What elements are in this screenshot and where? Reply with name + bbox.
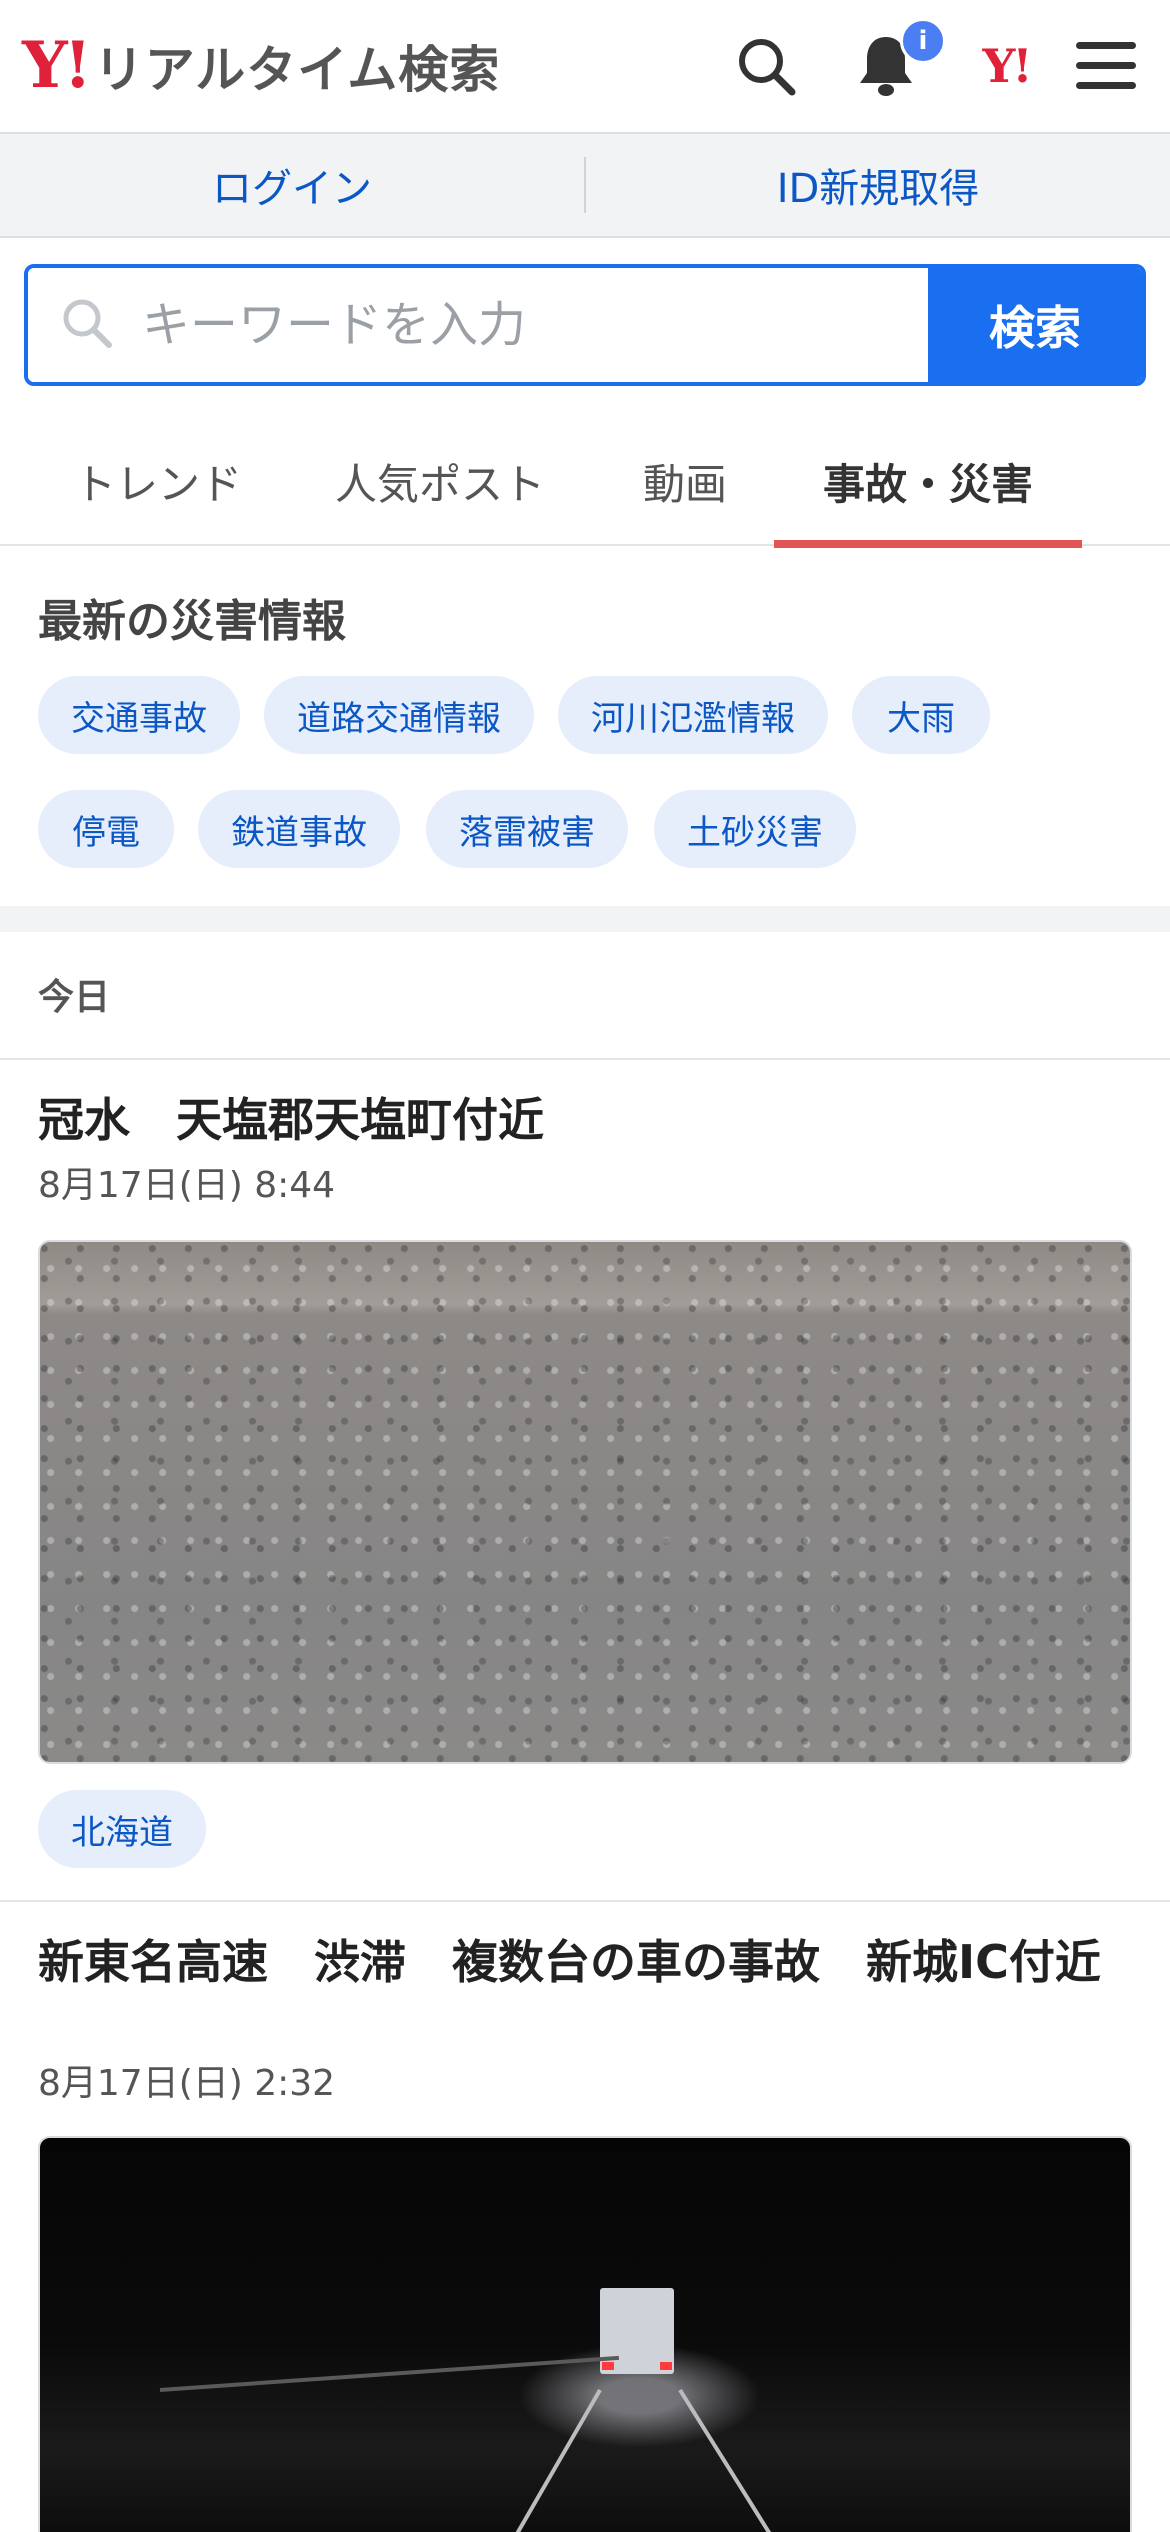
login-bar: ログイン ID新規取得 <box>0 132 1170 238</box>
chip-river-flood[interactable]: 河川氾濫情報 <box>558 676 828 754</box>
article-title[interactable]: 新東名高速 渋滞 複数台の車の事故 新城IC付近 <box>38 1934 1138 1990</box>
search-icon[interactable] <box>728 28 804 104</box>
chip-traffic-accident[interactable]: 交通事故 <box>38 676 240 754</box>
register-id-link[interactable]: ID新規取得 <box>586 156 1170 214</box>
article-date: 8月17日(日) 8:44 <box>38 1165 336 1206</box>
road-line <box>498 2389 602 2532</box>
road-line <box>678 2388 793 2532</box>
search-button[interactable]: 検索 <box>928 268 1142 382</box>
yahoo-logo-mark: Y! <box>22 28 92 103</box>
app-header: Y! リアルタイム検索 i Y! <box>0 0 1170 132</box>
date-header: 今日 <box>38 977 111 1018</box>
chip-road-traffic[interactable]: 道路交通情報 <box>264 676 534 754</box>
logo-text: リアルタイム検索 <box>93 41 501 99</box>
tab-accident-disaster[interactable]: 事故・災害 <box>774 416 1082 548</box>
yahoo-japan-icon[interactable]: Y! <box>968 28 1044 104</box>
category-tabs: トレンド 人気ポスト 動画 事故・災害 <box>0 416 1170 548</box>
magnifier-icon <box>60 296 114 354</box>
tab-trend[interactable]: トレンド <box>48 416 268 546</box>
truck-shape <box>600 2288 674 2374</box>
realtime-search-logo[interactable]: Y! リアルタイム検索 <box>22 30 500 102</box>
article-title[interactable]: 冠水 天塩郡天塩町付近 <box>38 1092 1138 1148</box>
divider <box>0 1058 1170 1060</box>
disaster-info-title: 最新の災害情報 <box>38 596 346 647</box>
yahoo-japan-mark: Y! <box>982 39 1032 93</box>
notification-badge: i <box>900 18 946 64</box>
chip-lightning-damage[interactable]: 落雷被害 <box>426 790 628 868</box>
location-chip[interactable]: 北海道 <box>38 1790 206 1868</box>
search-field <box>28 268 928 382</box>
hamburger-menu-icon[interactable] <box>1068 28 1144 104</box>
divider <box>0 1900 1170 1902</box>
article-image-highway-night[interactable] <box>38 2136 1132 2532</box>
chip-power-outage[interactable]: 停電 <box>38 790 174 868</box>
tab-video[interactable]: 動画 <box>610 416 760 546</box>
section-gap <box>0 906 1170 932</box>
login-link[interactable]: ログイン <box>0 156 584 214</box>
article-image-flooded-road[interactable] <box>38 1240 1132 1764</box>
search-input[interactable] <box>142 297 842 353</box>
search-box: 検索 <box>24 264 1146 386</box>
guardrail <box>159 2355 620 2392</box>
chip-heavy-rain[interactable]: 大雨 <box>852 676 990 754</box>
notification-bell-icon[interactable]: i <box>848 18 946 104</box>
article-date: 8月17日(日) 2:32 <box>38 2063 336 2104</box>
tab-popular-posts[interactable]: 人気ポスト <box>320 416 560 546</box>
chip-railway-accident[interactable]: 鉄道事故 <box>198 790 400 868</box>
chip-landslide[interactable]: 土砂災害 <box>654 790 856 868</box>
